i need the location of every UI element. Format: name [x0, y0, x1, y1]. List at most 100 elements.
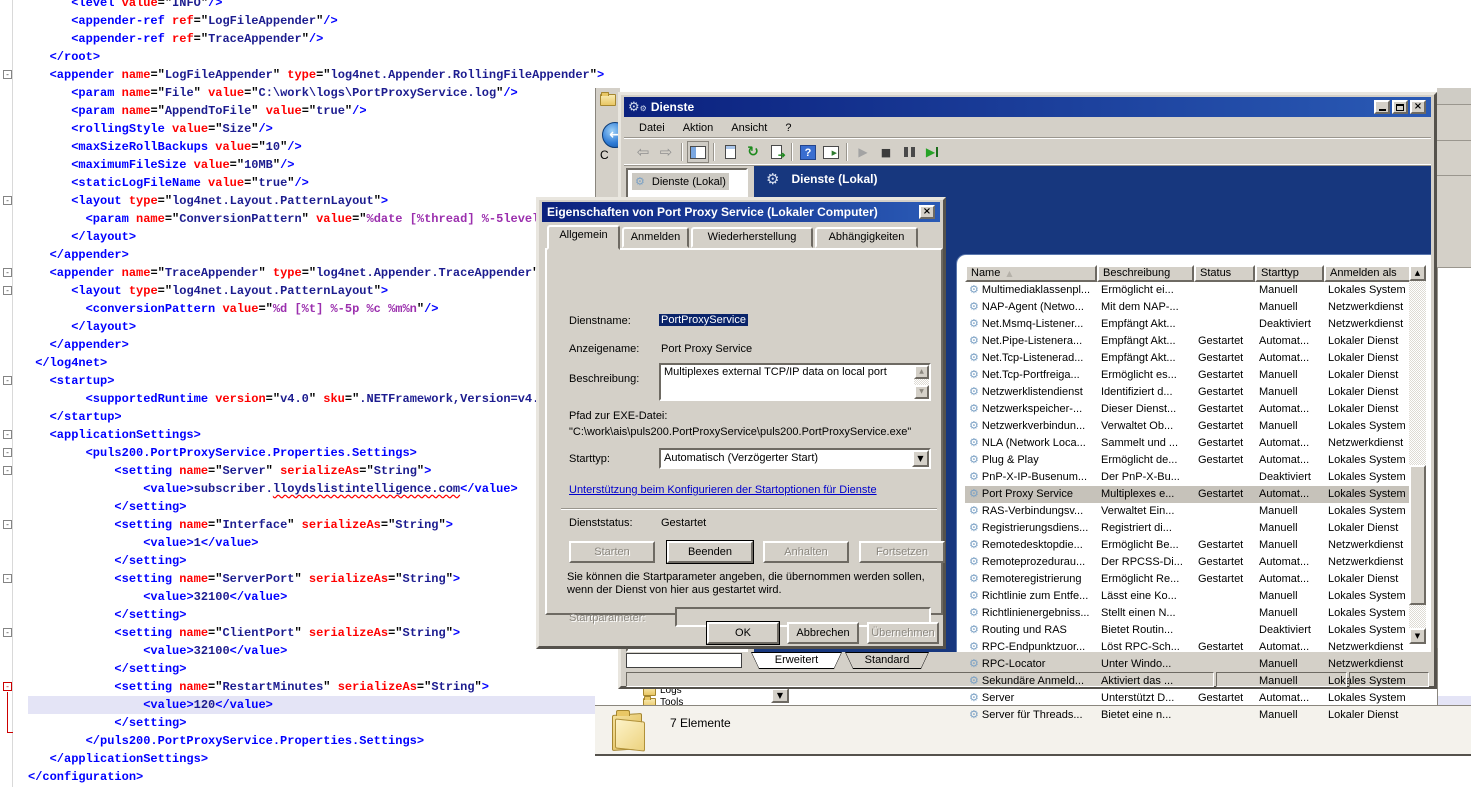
scrollbar-thumb[interactable]	[1409, 465, 1426, 605]
table-row[interactable]: ⚙Remotedesktopdie...Ermöglicht Be...Gest…	[965, 537, 1417, 554]
start-service-icon[interactable]: ▶	[852, 141, 874, 163]
table-row[interactable]: ⚙Plug & PlayErmöglicht de...GestartetAut…	[965, 452, 1417, 469]
column-header-anmeldenals[interactable]: Anmelden als	[1324, 265, 1417, 282]
table-row[interactable]: ⚙Net.Pipe-Listenera...Empfängt Akt...Ges…	[965, 333, 1417, 350]
tab-anmelden[interactable]: Anmelden	[622, 227, 689, 248]
forward-icon[interactable]: ⇨	[655, 141, 677, 163]
scroll-up-button[interactable]: ▲	[1409, 265, 1426, 281]
fold-toggle-icon[interactable]: -	[3, 448, 12, 457]
services-titlebar[interactable]: ⚙⚙ Dienste ×	[624, 97, 1431, 117]
minimize-button[interactable]	[1374, 100, 1390, 114]
menu-item-aktion[interactable]: Aktion	[674, 120, 723, 136]
table-row[interactable]: ⚙Remoteprozedurau...Der RPCSS-Di...Gesta…	[965, 554, 1417, 571]
beschreibung-scrollbar[interactable]: ▲ ▼	[914, 365, 929, 399]
tree-item-dienste-lokal[interactable]: ⚙ Dienste (Lokal)	[632, 173, 729, 190]
close-button[interactable]: ×	[1410, 100, 1426, 114]
table-row[interactable]: ⚙Net.Tcp-Listenerad...Empfängt Akt...Ges…	[965, 350, 1417, 367]
table-row[interactable]: ⚙Port Proxy ServiceMultiplexes e...Gesta…	[965, 486, 1417, 503]
table-row[interactable]: ⚙Richtlinienergebniss...Stellt einen N..…	[965, 605, 1417, 622]
menu-item-ansicht[interactable]: Ansicht	[722, 120, 776, 136]
fold-toggle-icon[interactable]: -	[3, 628, 12, 637]
fold-toggle-icon[interactable]: -	[3, 574, 12, 583]
bernehmen-button[interactable]: Übernehmen	[867, 622, 939, 644]
fold-toggle-icon[interactable]: -	[3, 268, 12, 277]
chevron-down-icon[interactable]: ▼	[914, 385, 929, 399]
fold-toggle-icon[interactable]: -	[3, 682, 12, 691]
stop-service-icon[interactable]: ■	[875, 141, 897, 163]
table-row[interactable]: ⚙Netzwerkverbindun...Verwaltet Ob...Gest…	[965, 418, 1417, 435]
export-list-icon[interactable]	[765, 141, 787, 163]
back-icon[interactable]: ⇦	[632, 141, 654, 163]
tab-page-allgemein: Dienstname: PortProxyService Anzeigename…	[545, 248, 943, 615]
pause-service-icon[interactable]	[898, 141, 920, 163]
chevron-down-icon[interactable]: ▼	[912, 450, 929, 467]
restart-service-icon[interactable]: ▶	[921, 141, 943, 163]
view-tab-standard[interactable]: Standard	[845, 652, 929, 669]
menu-item-[interactable]: ?	[776, 120, 800, 136]
table-row[interactable]: ⚙Richtlinie zum Entfe...Lässt eine Ko...…	[965, 588, 1417, 605]
fold-toggle-icon[interactable]: -	[3, 466, 12, 475]
tab-abhängigkeiten[interactable]: Abhängigkeiten	[815, 227, 918, 248]
code-line[interactable]: <appender-ref ref="TraceAppender"/>	[28, 30, 1471, 48]
tab-wiederherstellung[interactable]: Wiederherstellung	[691, 227, 813, 248]
close-icon[interactable]: ×	[919, 205, 935, 219]
beenden-button[interactable]: Beenden	[667, 541, 753, 563]
maximize-button[interactable]	[1392, 100, 1408, 114]
table-row[interactable]: ⚙NAP-Agent (Netwo...Mit dem NAP-...Manue…	[965, 299, 1417, 316]
code-line[interactable]: <appender-ref ref="LogFileAppender"/>	[28, 12, 1471, 30]
table-row[interactable]: ⚙ServerUnterstützt D...GestartetAutomat.…	[965, 690, 1417, 707]
column-header-status[interactable]: Status	[1194, 265, 1255, 282]
column-header-beschreibung[interactable]: Beschreibung	[1097, 265, 1194, 282]
code-line[interactable]: <level value="INFO"/>	[28, 0, 1471, 12]
table-row[interactable]: ⚙NLA (Network Loca...Sammelt und ...Gest…	[965, 435, 1417, 452]
code-line[interactable]: </configuration>	[28, 768, 1471, 786]
table-row[interactable]: ⚙Registrierungsdiens...Registriert di...…	[965, 520, 1417, 537]
table-row[interactable]: ⚙Server für Threads...Bietet eine n...Ma…	[965, 707, 1417, 724]
menu-item-datei[interactable]: Datei	[630, 120, 674, 136]
chevron-up-icon[interactable]: ▲	[914, 365, 929, 379]
column-header-starttyp[interactable]: Starttyp	[1255, 265, 1324, 282]
refresh-icon[interactable]: ↻	[742, 141, 764, 163]
table-row[interactable]: ⚙Routing und RASBietet Routin...Deaktivi…	[965, 622, 1417, 639]
show-tree-icon[interactable]	[687, 141, 709, 163]
dienstname-value[interactable]: PortProxyService	[659, 314, 748, 326]
help-icon[interactable]: ?	[797, 141, 819, 163]
tab-allgemein[interactable]: Allgemein	[547, 225, 620, 250]
dropdown-button[interactable]: ▼	[771, 688, 789, 703]
code-line[interactable]: </root>	[28, 48, 1471, 66]
fold-margin[interactable]: - - - - - - - - - - - -	[0, 0, 28, 787]
ok-button[interactable]: OK	[707, 622, 779, 644]
table-row[interactable]: ⚙Multimediaklassenpl...Ermöglicht ei...M…	[965, 282, 1417, 299]
table-cell: Automat...	[1255, 690, 1324, 707]
table-row[interactable]: ⚙RAS-Verbindungsv...Verwaltet Ein...Manu…	[965, 503, 1417, 520]
extended-view-icon[interactable]: ▶	[820, 141, 842, 163]
dialog-titlebar[interactable]: Eigenschaften von Port Proxy Service (Lo…	[542, 202, 940, 222]
table-row[interactable]: ⚙PnP-X-IP-Busenum...Der PnP-X-Bu...Deakt…	[965, 469, 1417, 486]
fold-toggle-icon[interactable]: -	[3, 70, 12, 79]
view-tab-erweitert[interactable]: Erweitert	[751, 652, 842, 669]
properties-icon[interactable]	[719, 141, 741, 163]
fold-toggle-icon[interactable]: -	[3, 196, 12, 205]
starten-button[interactable]: Starten	[569, 541, 655, 563]
fortsetzen-button[interactable]: Fortsetzen	[859, 541, 945, 563]
fold-toggle-icon[interactable]: -	[3, 520, 12, 529]
fold-toggle-icon[interactable]: -	[3, 376, 12, 385]
anhalten-button[interactable]: Anhalten	[763, 541, 849, 563]
table-row[interactable]: ⚙Netzwerkspeicher-...Dieser Dienst...Ges…	[965, 401, 1417, 418]
scroll-down-button[interactable]: ▼	[1409, 628, 1426, 644]
service-gear-icon: ⚙	[969, 385, 979, 398]
table-row[interactable]: ⚙RemoteregistrierungErmöglicht Re...Gest…	[965, 571, 1417, 588]
fold-toggle-icon[interactable]: -	[3, 286, 12, 295]
fold-toggle-icon[interactable]: -	[3, 430, 12, 439]
beschreibung-field[interactable]: Multiplexes external TCP/IP data on loca…	[659, 363, 931, 401]
table-row[interactable]: ⚙NetzwerklistendienstIdentifiziert d...G…	[965, 384, 1417, 401]
bottom-field[interactable]	[626, 653, 742, 668]
column-header-name[interactable]: Name▲	[965, 265, 1097, 282]
abbrechen-button[interactable]: Abbrechen	[787, 622, 859, 644]
starttyp-combobox[interactable]: Automatisch (Verzögerter Start) ▼	[659, 448, 931, 469]
table-row[interactable]: ⚙Net.Msmq-Listener...Empfängt Akt...Deak…	[965, 316, 1417, 333]
vertical-scrollbar[interactable]: ▲ ▼	[1409, 265, 1426, 644]
table-row[interactable]: ⚙Net.Tcp-Portfreiga...Ermöglicht es...Ge…	[965, 367, 1417, 384]
startoptionen-help-link[interactable]: Unterstützung beim Konfigurieren der Sta…	[569, 484, 877, 496]
code-line[interactable]: <appender name="LogFileAppender" type="l…	[28, 66, 1471, 84]
